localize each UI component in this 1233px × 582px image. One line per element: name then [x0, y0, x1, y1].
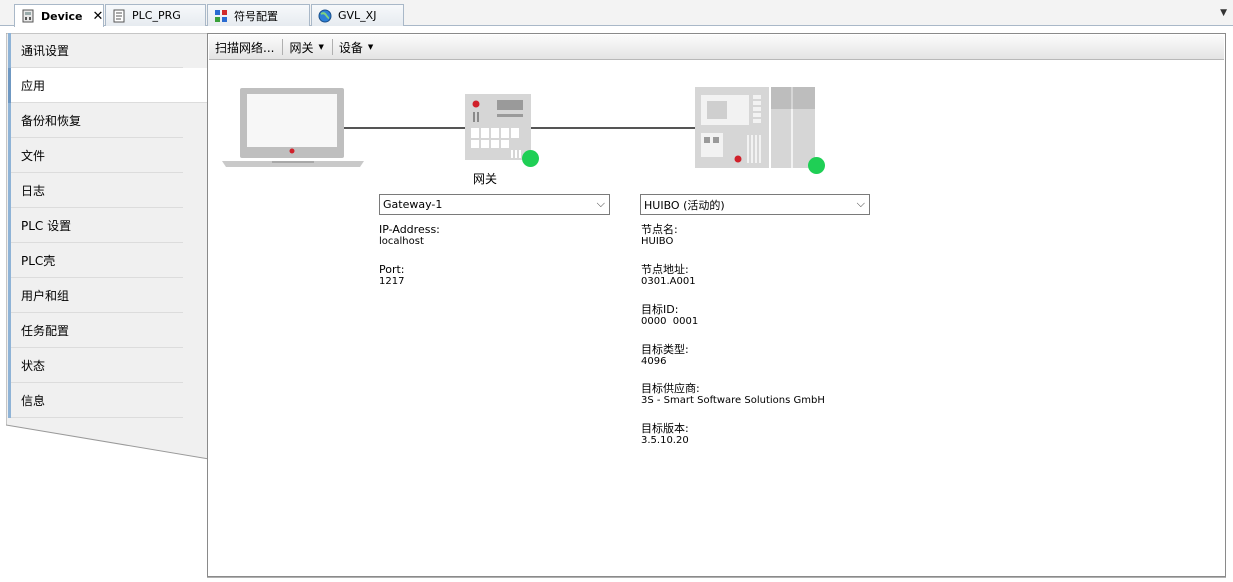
button-label: 扫描网络...	[215, 40, 275, 55]
tab-label: 符号配置	[234, 9, 278, 23]
field-value: 4096	[641, 356, 667, 367]
sidebar-item-label: 状态	[21, 359, 46, 373]
divider	[11, 417, 183, 418]
sidebar-item-label: 备份和恢复	[21, 114, 82, 128]
device-icon	[21, 9, 35, 23]
field-label: 目标类型:	[641, 343, 689, 356]
button-label: 设备	[338, 40, 363, 55]
sidebar-item-application[interactable]: 应用	[8, 68, 209, 103]
gateway-select[interactable]: Gateway-1 ⌵	[379, 194, 610, 215]
panel-bottom-edge	[207, 577, 1226, 578]
chevron-down-icon: ⌵	[856, 197, 865, 210]
field-value: 0000 0001	[641, 316, 699, 327]
sidebar-item-information[interactable]: 信息	[8, 383, 183, 418]
device-select-value: HUIBO (活动的)	[644, 198, 725, 212]
tab-list-dropdown[interactable]: ▼	[1220, 8, 1227, 18]
sidebar-item-plc-shell[interactable]: PLC壳	[8, 243, 183, 278]
node-address-info: 节点地址: 0301.A001	[641, 264, 696, 288]
device-status-indicator	[808, 157, 825, 174]
gateway-status-indicator	[522, 150, 539, 167]
gateway-menu-button[interactable]: 网关 ▼	[289, 39, 329, 56]
gateway-select-value: Gateway-1	[383, 198, 443, 211]
field-value: 3.5.10.20	[641, 435, 689, 446]
sidebar-item-task-config[interactable]: 任务配置	[8, 313, 183, 348]
device-editor-window: Device ✕ PLC_PRG 符号配置 GVL_XJ ▼ 通讯设置 应用 备…	[0, 0, 1233, 582]
tab-device[interactable]: Device ✕	[14, 4, 104, 27]
device-menu-button[interactable]: 设备 ▼	[339, 39, 379, 56]
target-id-info: 目标ID: 0000 0001	[641, 304, 698, 328]
toolbar-divider	[331, 39, 333, 55]
sidebar-item-label: PLC壳	[21, 254, 56, 268]
port-label: Port:	[379, 263, 405, 276]
sidebar-item-label: 文件	[21, 149, 46, 163]
sidebar-item-communication-settings[interactable]: 通讯设置	[8, 33, 183, 68]
tab-gvl-xj[interactable]: GVL_XJ	[311, 4, 404, 26]
field-label: 目标ID:	[641, 303, 679, 316]
sidebar-item-users-groups[interactable]: 用户和组	[8, 278, 183, 313]
field-label: 目标供应商:	[641, 382, 700, 395]
target-type-info: 目标类型: 4096	[641, 344, 689, 368]
sidebar-item-label: 用户和组	[21, 289, 70, 303]
tab-symbol-config[interactable]: 符号配置	[207, 4, 310, 26]
button-label: 网关	[289, 40, 314, 55]
document-icon	[112, 9, 126, 23]
tab-label: GVL_XJ	[338, 9, 377, 22]
gateway-title: 网关	[473, 172, 498, 186]
scan-network-button[interactable]: 扫描网络...	[215, 39, 280, 56]
laptop-icon	[222, 87, 364, 172]
field-label: 目标版本:	[641, 422, 689, 435]
port-value: 1217	[379, 276, 405, 287]
target-version-info: 目标版本: 3.5.10.20	[641, 423, 689, 447]
connection-line	[530, 127, 698, 129]
field-value: HUIBO	[641, 236, 674, 247]
tab-plc-prg[interactable]: PLC_PRG	[105, 4, 206, 26]
close-icon[interactable]: ✕	[93, 9, 104, 24]
panel-toolbar: 扫描网络... 网关 ▼ 设备 ▼	[209, 35, 1224, 60]
target-vendor-info: 目标供应商: 3S - Smart Software Solutions Gmb…	[641, 383, 825, 407]
gateway-device-icon[interactable]	[465, 94, 531, 163]
node-name-info: 节点名: HUIBO	[641, 224, 678, 248]
gateway-ip-info: IP-Address: localhost	[379, 224, 440, 248]
sidebar-item-backup-restore[interactable]: 备份和恢复	[8, 103, 183, 138]
editor-tab-bar: Device ✕ PLC_PRG 符号配置 GVL_XJ ▼	[0, 0, 1233, 27]
tab-label: PLC_PRG	[132, 9, 181, 22]
sidebar-item-label: 日志	[21, 184, 46, 198]
sidebar-item-log[interactable]: 日志	[8, 173, 183, 208]
tab-label: Device	[41, 9, 83, 23]
sidebar-item-label: 信息	[21, 394, 46, 408]
symbol-config-icon	[214, 9, 228, 23]
ip-address-label: IP-Address:	[379, 223, 440, 236]
toolbar-divider	[282, 39, 284, 55]
device-select[interactable]: HUIBO (活动的) ⌵	[640, 194, 870, 215]
sidebar-item-label: 通讯设置	[21, 44, 70, 58]
plc-device-icon[interactable]	[695, 87, 815, 171]
field-value: 3S - Smart Software Solutions GmbH	[641, 395, 825, 406]
sidebar-item-plc-settings[interactable]: PLC 设置	[8, 208, 183, 243]
sidebar-item-label: 应用	[21, 79, 46, 93]
field-label: 节点名:	[641, 223, 678, 236]
chevron-down-icon: ⌵	[596, 197, 605, 210]
sidebar-item-files[interactable]: 文件	[8, 138, 183, 173]
sidebar-item-label: 任务配置	[21, 324, 70, 338]
sidebar-item-label: PLC 设置	[21, 219, 72, 233]
caret-down-icon: ▼	[318, 43, 324, 51]
sidebar-item-status[interactable]: 状态	[8, 348, 183, 383]
caret-down-icon: ▼	[367, 43, 374, 51]
globe-icon	[318, 9, 332, 23]
field-label: 节点地址:	[641, 263, 689, 276]
gateway-port-info: Port: 1217	[379, 264, 405, 288]
field-value: 0301.A001	[641, 276, 696, 287]
settings-sidebar: 通讯设置 应用 备份和恢复 文件 日志 PLC 设置 PLC壳 用户和组 任务配…	[6, 33, 209, 463]
ip-address-value: localhost	[379, 236, 424, 247]
